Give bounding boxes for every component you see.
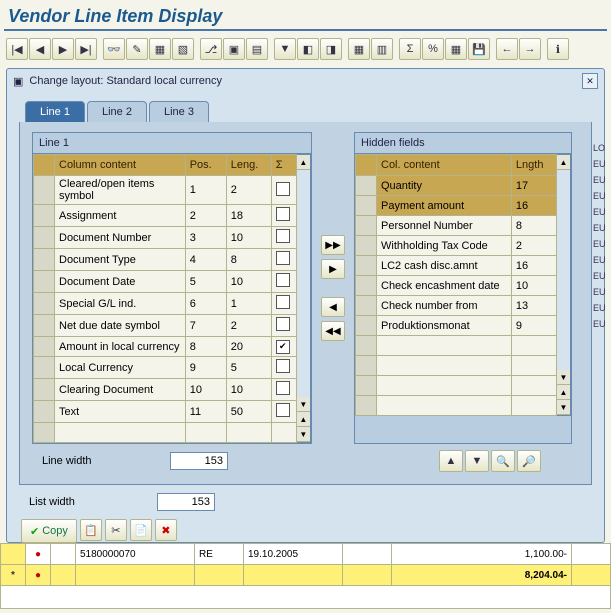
move-right-icon[interactable]: ▶ bbox=[321, 259, 345, 279]
select-icon[interactable]: ◧ bbox=[297, 38, 319, 60]
sort-desc-icon[interactable]: ▼ bbox=[465, 450, 489, 472]
fwd-icon[interactable]: → bbox=[519, 38, 541, 60]
panel-icon: ▣ bbox=[13, 75, 23, 88]
bg-amt: 1,100.00- bbox=[392, 544, 572, 565]
tab-line2[interactable]: Line 2 bbox=[87, 101, 147, 122]
col-header-content2[interactable]: Col. content bbox=[377, 155, 512, 176]
table-row[interactable]: LC2 cash disc.amnt16 bbox=[356, 256, 557, 276]
copy-button[interactable]: ✔ Copy bbox=[21, 519, 77, 543]
table-row[interactable]: Payment amount16 bbox=[356, 196, 557, 216]
scroll-up3-icon[interactable]: ▲ bbox=[557, 155, 570, 170]
left-box-title: Line 1 bbox=[33, 133, 311, 154]
grid-icon[interactable]: ▦ bbox=[348, 38, 370, 60]
clipboard-icon[interactable]: 📋 bbox=[80, 519, 102, 541]
line-width-label: Line width bbox=[34, 455, 162, 467]
tree-icon[interactable]: ⎇ bbox=[200, 38, 222, 60]
col-header-content[interactable]: Column content bbox=[55, 155, 186, 176]
list-width-input[interactable] bbox=[157, 493, 215, 511]
info-icon[interactable]: ℹ bbox=[547, 38, 569, 60]
scroll-down4-icon[interactable]: ▼ bbox=[557, 400, 570, 415]
glasses-icon[interactable]: 👓 bbox=[103, 38, 125, 60]
hidden-fields-grid[interactable]: Col. content Lngth Quantity17Payment amo… bbox=[355, 154, 557, 416]
table-row[interactable]: Special G/L ind.61 bbox=[34, 293, 297, 315]
doc-icon[interactable]: ▣ bbox=[223, 38, 245, 60]
table-row[interactable]: Check encashment date10 bbox=[356, 276, 557, 296]
table-row[interactable]: Produktionsmonat9 bbox=[356, 316, 557, 336]
copy-label: Copy bbox=[42, 525, 68, 537]
first-icon[interactable]: |◀ bbox=[6, 38, 28, 60]
percent-icon[interactable]: % bbox=[422, 38, 444, 60]
tab-line3[interactable]: Line 3 bbox=[149, 101, 209, 122]
displayed-fields-box: Line 1 Column content Pos. Leng. Σ Clear… bbox=[32, 132, 312, 444]
line-width-input[interactable] bbox=[170, 452, 228, 470]
data-grid-strip: ● 5180000070 RE 19.10.2005 1,100.00- * ●… bbox=[0, 543, 611, 613]
table-row[interactable]: Cleared/open items symbol12 bbox=[34, 176, 297, 205]
prev-icon[interactable]: ◀ bbox=[29, 38, 51, 60]
cut-icon[interactable]: ✂ bbox=[105, 519, 127, 541]
total-amount: 8,204.04- bbox=[392, 565, 572, 586]
table-row[interactable]: Assignment218 bbox=[34, 205, 297, 227]
table-row[interactable]: Document Type48 bbox=[34, 249, 297, 271]
table-row[interactable]: Withholding Tax Code2 bbox=[356, 236, 557, 256]
next-icon[interactable]: ▶ bbox=[52, 38, 74, 60]
table-row[interactable]: Amount in local currency820✔ bbox=[34, 337, 297, 357]
find-icon[interactable]: 🔍 bbox=[491, 450, 515, 472]
col-header-len[interactable]: Leng. bbox=[226, 155, 271, 176]
scrollbar-track[interactable] bbox=[297, 170, 310, 397]
sum-icon[interactable]: Σ bbox=[399, 38, 421, 60]
table-row[interactable]: Document Date510 bbox=[34, 271, 297, 293]
find-next-icon[interactable]: 🔎 bbox=[517, 450, 541, 472]
displayed-fields-grid[interactable]: Column content Pos. Leng. Σ Cleared/open… bbox=[33, 154, 297, 443]
layout1-icon[interactable]: ▦ bbox=[149, 38, 171, 60]
tab-line1[interactable]: Line 1 bbox=[25, 101, 85, 122]
chart-icon[interactable]: ▦ bbox=[445, 38, 467, 60]
scrollbar-track2[interactable] bbox=[557, 170, 570, 370]
table-row[interactable]: Document Number310 bbox=[34, 227, 297, 249]
table-row[interactable]: Personnel Number8 bbox=[356, 216, 557, 236]
move-left-icon[interactable]: ◀ bbox=[321, 297, 345, 317]
table-row[interactable]: Text1150 bbox=[34, 401, 297, 423]
close-icon[interactable]: ✕ bbox=[582, 73, 598, 89]
layout2-icon[interactable]: ▧ bbox=[172, 38, 194, 60]
edit-icon[interactable]: ✎ bbox=[126, 38, 148, 60]
right-box-title: Hidden fields bbox=[355, 133, 571, 154]
page-title: Vendor Line Item Display bbox=[0, 0, 611, 29]
scroll-down-icon[interactable]: ▼ bbox=[297, 397, 310, 412]
col-header-sum-icon[interactable]: Σ bbox=[271, 155, 296, 176]
hidden-fields-box: Hidden fields Col. content Lngth Quantit… bbox=[354, 132, 572, 444]
table-row[interactable]: Quantity17 bbox=[356, 176, 557, 196]
cancel-icon[interactable]: ✖ bbox=[155, 519, 177, 541]
scroll-up-icon[interactable]: ▲ bbox=[297, 155, 310, 170]
layout-panel: ▣ Change layout: Standard local currency… bbox=[6, 68, 605, 543]
save-icon[interactable]: 💾 bbox=[468, 38, 490, 60]
scroll-down3-icon[interactable]: ▼ bbox=[557, 370, 570, 385]
grid2-icon[interactable]: ▥ bbox=[371, 38, 393, 60]
panel-title: Change layout: Standard local currency bbox=[29, 75, 222, 87]
move-buttons: ▶▶ ▶ ◀ ◀◀ bbox=[314, 132, 352, 444]
move-left-all-icon[interactable]: ◀◀ bbox=[321, 321, 345, 341]
bg-type: RE bbox=[195, 544, 244, 565]
filter-icon[interactable]: ▼ bbox=[274, 38, 296, 60]
col-header-len2[interactable]: Lngth bbox=[511, 155, 556, 176]
sheet-icon[interactable]: ▤ bbox=[246, 38, 268, 60]
table-row[interactable]: Clearing Document1010 bbox=[34, 379, 297, 401]
table-row[interactable]: Local Currency95 bbox=[34, 357, 297, 379]
last-icon[interactable]: ▶| bbox=[75, 38, 97, 60]
main-toolbar: |◀ ◀ ▶ ▶| 👓 ✎ ▦ ▧ ⎇ ▣ ▤ ▼ ◧ ◨ ▦ ▥ Σ % ▦ … bbox=[0, 35, 611, 63]
list-width-label: List width bbox=[21, 496, 149, 508]
move-right-all-icon[interactable]: ▶▶ bbox=[321, 235, 345, 255]
scroll-down2-icon[interactable]: ▼ bbox=[297, 427, 310, 442]
col-header-pos[interactable]: Pos. bbox=[185, 155, 226, 176]
back-icon[interactable]: ← bbox=[496, 38, 518, 60]
bg-date: 19.10.2005 bbox=[244, 544, 343, 565]
table-row[interactable]: Net due date symbol72 bbox=[34, 315, 297, 337]
bg-doc: 5180000070 bbox=[76, 544, 195, 565]
table-row[interactable]: Check number from13 bbox=[356, 296, 557, 316]
scroll-up4-icon[interactable]: ▲ bbox=[557, 385, 570, 400]
scroll-up2-icon[interactable]: ▲ bbox=[297, 412, 310, 427]
deselect-icon[interactable]: ◨ bbox=[320, 38, 342, 60]
paste-icon[interactable]: 📄 bbox=[130, 519, 152, 541]
sort-asc-icon[interactable]: ▲ bbox=[439, 450, 463, 472]
